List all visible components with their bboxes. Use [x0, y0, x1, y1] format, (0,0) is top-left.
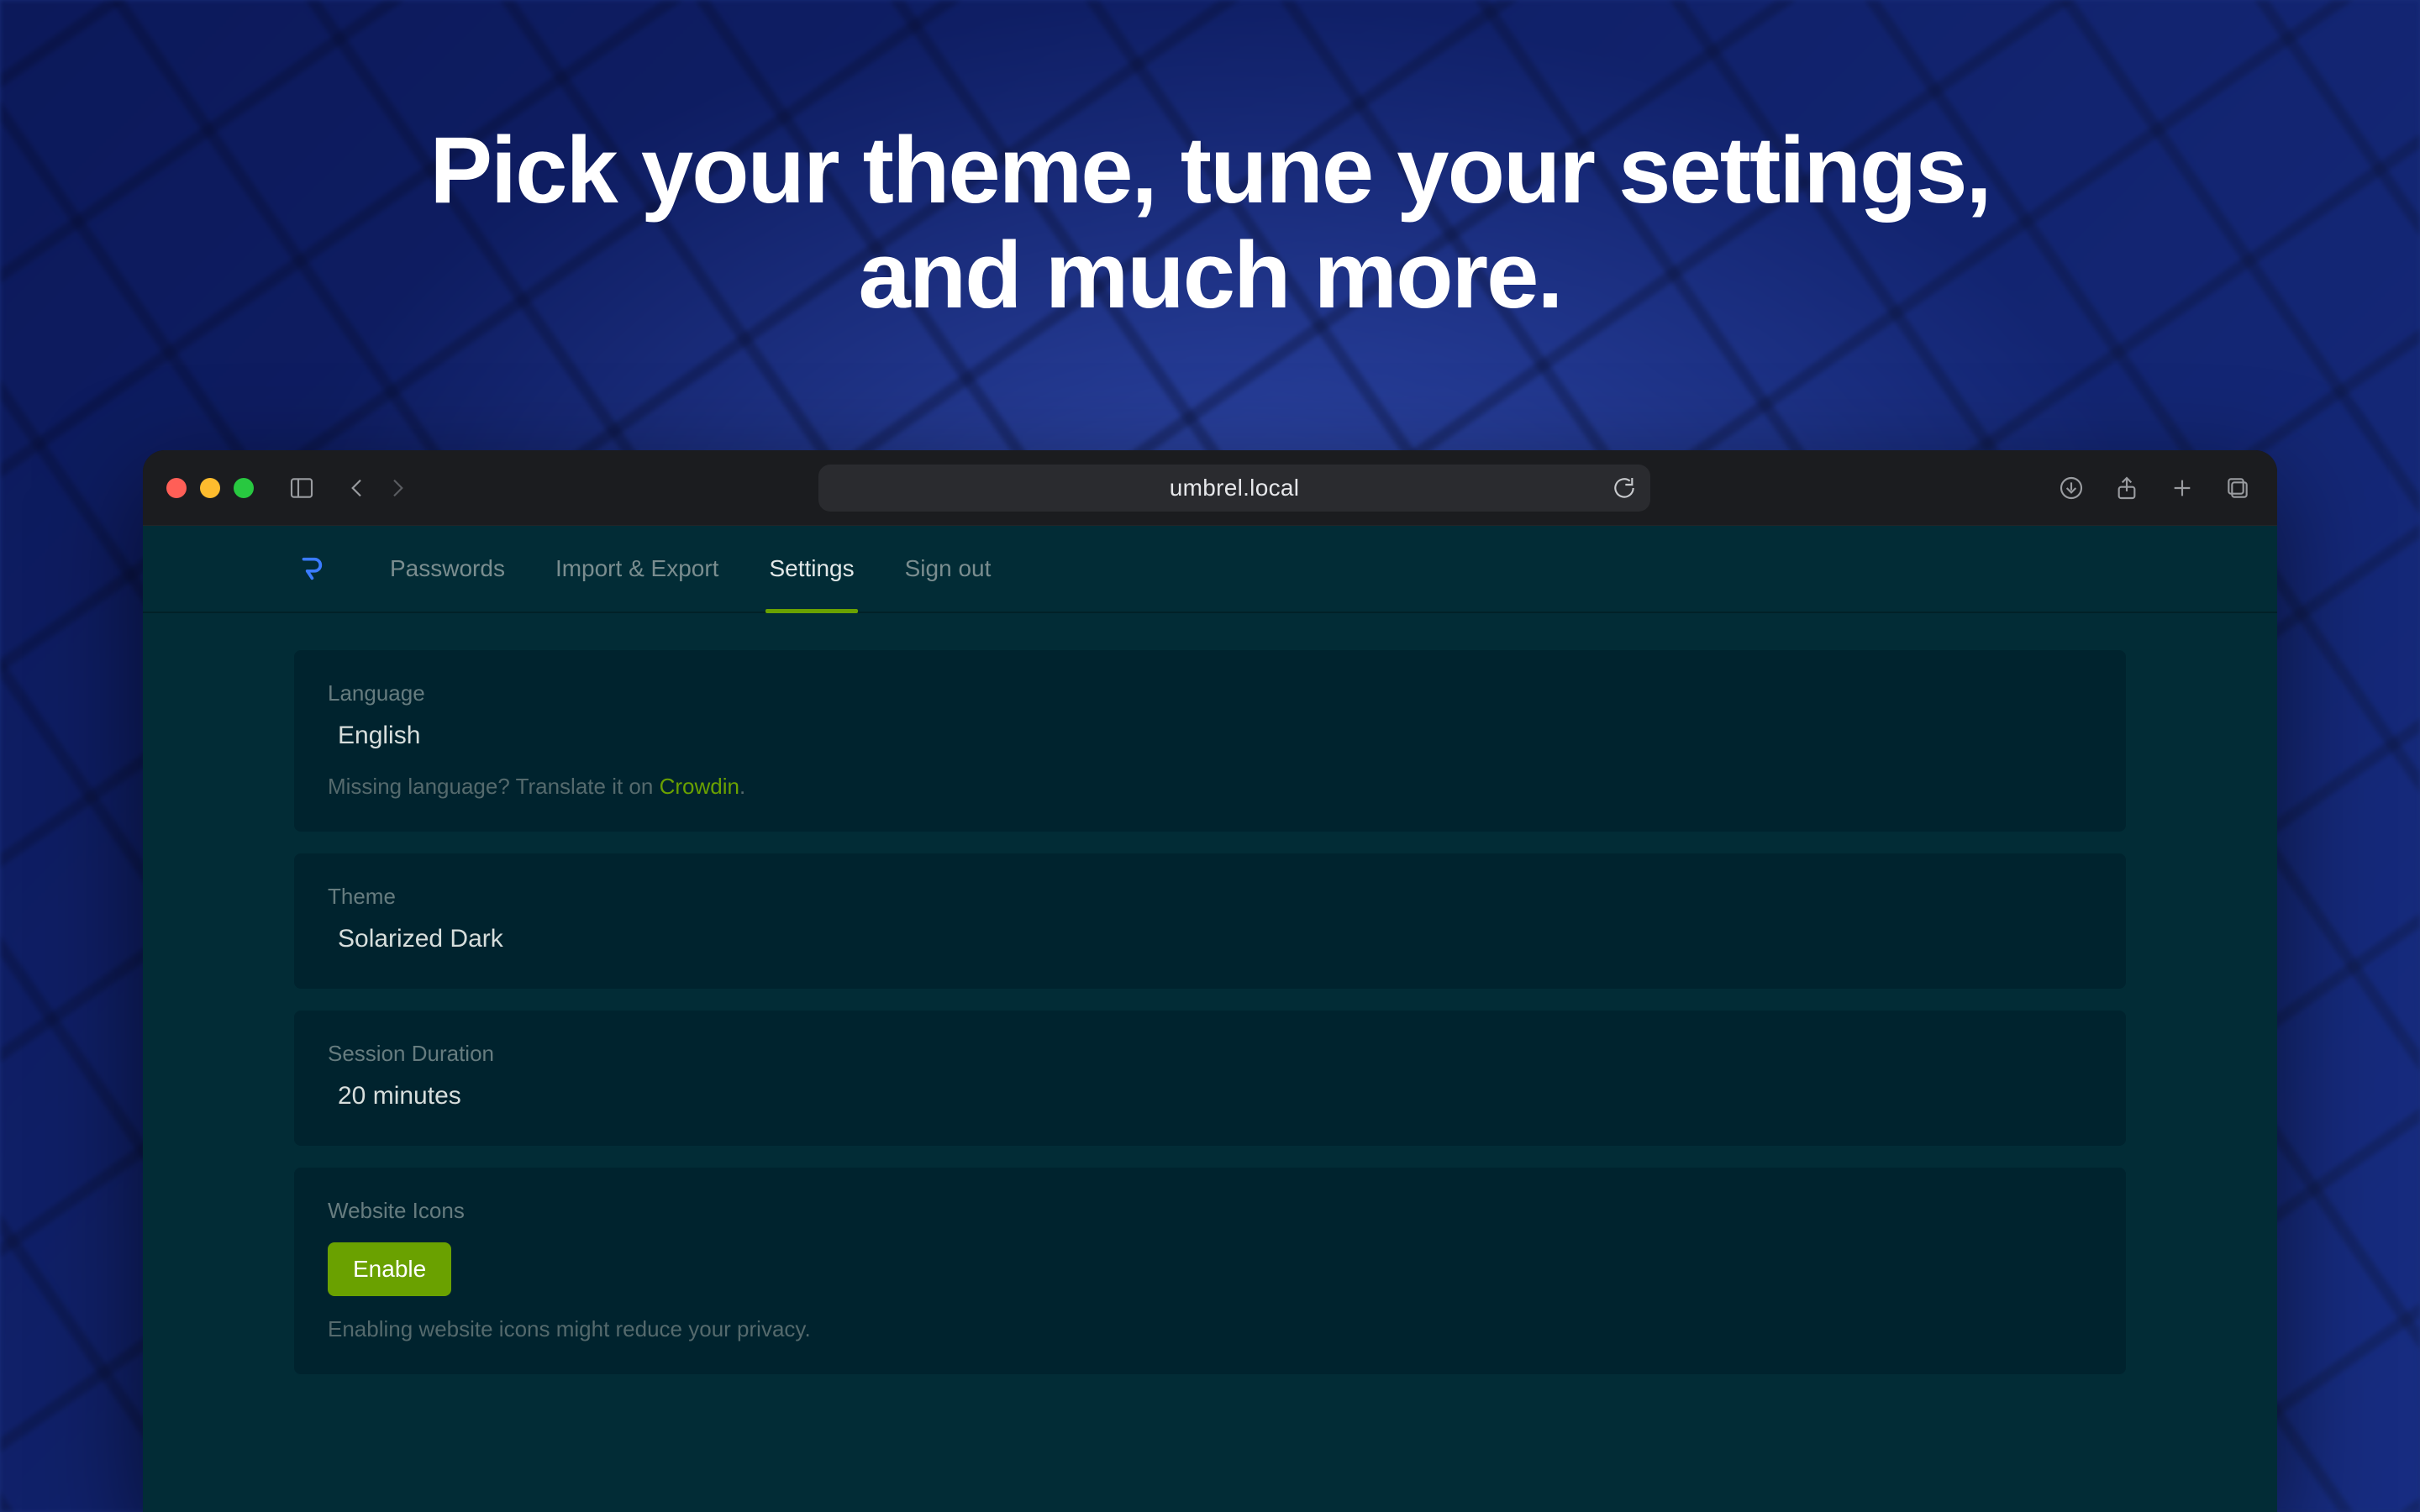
- nav-item-sign-out[interactable]: Sign out: [905, 526, 992, 612]
- downloads-icon[interactable]: [2055, 472, 2087, 504]
- nav-item-passwords[interactable]: Passwords: [390, 526, 505, 612]
- nav-item-settings[interactable]: Settings: [769, 526, 854, 612]
- back-button[interactable]: [341, 472, 373, 504]
- settings-content: Language English Missing language? Trans…: [143, 613, 2277, 1374]
- app-logo-icon[interactable]: [294, 552, 328, 585]
- tab-overview-icon[interactable]: [2222, 472, 2254, 504]
- enable-icons-button-label: Enable: [353, 1256, 426, 1282]
- app-viewport: Passwords Import & Export Settings Sign …: [143, 526, 2277, 1512]
- forward-button[interactable]: [381, 472, 413, 504]
- nav-item-label: Import & Export: [555, 555, 719, 582]
- toolbar-right: [2055, 472, 2254, 504]
- session-select[interactable]: 20 minutes: [328, 1079, 580, 1114]
- headline-line1: Pick your theme, tune your settings,: [429, 118, 1990, 223]
- headline-line2: and much more.: [0, 223, 2420, 328]
- theme-value: Solarized Dark: [338, 925, 503, 953]
- theme-card: Theme Solarized Dark: [294, 853, 2126, 989]
- reload-icon[interactable]: [1608, 472, 1640, 504]
- window-controls: [166, 478, 254, 498]
- website-icons-help: Enabling website icons might reduce your…: [328, 1316, 2092, 1342]
- nav-item-import-export[interactable]: Import & Export: [555, 526, 719, 612]
- address-bar[interactable]: umbrel.local: [818, 465, 1650, 512]
- theme-label: Theme: [328, 884, 2092, 910]
- headline: Pick your theme, tune your settings, and…: [0, 118, 2420, 328]
- nav-item-label: Passwords: [390, 555, 505, 582]
- maximize-window-button[interactable]: [234, 478, 254, 498]
- nav-item-label: Settings: [769, 555, 854, 582]
- nav-item-label: Sign out: [905, 555, 992, 582]
- language-help-text: Missing language? Translate it on: [328, 774, 660, 799]
- crowdin-link[interactable]: Crowdin: [660, 774, 739, 799]
- language-value: English: [338, 722, 420, 749]
- session-label: Session Duration: [328, 1041, 2092, 1067]
- new-tab-icon[interactable]: [2166, 472, 2198, 504]
- language-help: Missing language? Translate it on Crowdi…: [328, 774, 2092, 800]
- minimize-window-button[interactable]: [200, 478, 220, 498]
- language-help-after: .: [739, 774, 745, 799]
- website-icons-label: Website Icons: [328, 1198, 2092, 1224]
- session-card: Session Duration 20 minutes: [294, 1011, 2126, 1146]
- website-icons-card: Website Icons Enable Enabling website ic…: [294, 1168, 2126, 1374]
- session-value: 20 minutes: [338, 1082, 461, 1110]
- language-label: Language: [328, 680, 2092, 706]
- close-window-button[interactable]: [166, 478, 187, 498]
- nav-arrows: [341, 472, 413, 504]
- address-bar-url: umbrel.local: [1170, 475, 1300, 501]
- app-navbar: Passwords Import & Export Settings Sign …: [143, 526, 2277, 613]
- language-card: Language English Missing language? Trans…: [294, 650, 2126, 832]
- theme-select[interactable]: Solarized Dark: [328, 921, 580, 957]
- sidebar-toggle-icon[interactable]: [286, 472, 318, 504]
- browser-window: umbrel.local: [143, 450, 2277, 1512]
- share-icon[interactable]: [2111, 472, 2143, 504]
- language-select[interactable]: English: [328, 718, 580, 753]
- enable-icons-button[interactable]: Enable: [328, 1242, 451, 1296]
- browser-toolbar: umbrel.local: [143, 450, 2277, 526]
